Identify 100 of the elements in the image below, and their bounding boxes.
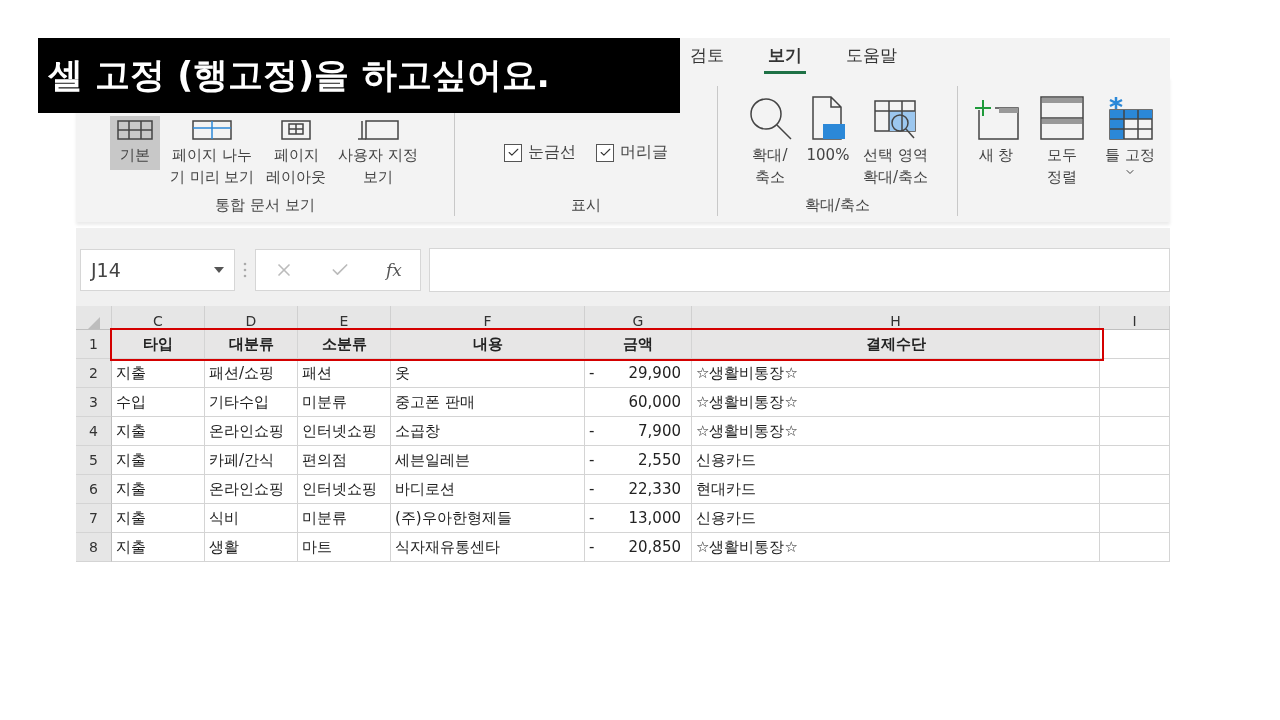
table-cell: 온라인쇼핑 xyxy=(205,417,298,446)
row-header[interactable]: 8 xyxy=(76,533,112,562)
group-label: 통합 문서 보기 xyxy=(215,196,315,216)
table-cell: 바디로션 xyxy=(391,475,585,504)
ribbon-tab[interactable]: 검토 xyxy=(686,38,728,74)
dropdown-icon xyxy=(214,267,224,273)
column-title: 대분류 xyxy=(205,330,298,359)
table-cell: 인터넷쇼핑 xyxy=(298,475,391,504)
table-cell: 지출 xyxy=(112,533,205,562)
column-header[interactable]: C xyxy=(112,306,205,330)
ribbon-button[interactable]: 페이지 레이아웃 xyxy=(264,116,329,192)
minus-sign: - xyxy=(589,538,595,556)
column-title: 내용 xyxy=(391,330,585,359)
column-header[interactable]: E xyxy=(298,306,391,330)
row-header[interactable]: 1 xyxy=(76,330,112,359)
table-cell xyxy=(1100,533,1170,562)
table-cell xyxy=(1100,359,1170,388)
column-title: 금액 xyxy=(585,330,692,359)
table-cell: 수입 xyxy=(112,388,205,417)
table-cell: 미분류 xyxy=(298,388,391,417)
table-cell: 마트 xyxy=(298,533,391,562)
check-icon xyxy=(598,146,612,159)
check-icon xyxy=(506,146,520,159)
minus-sign: - xyxy=(589,451,595,469)
custom-view-icon xyxy=(357,120,400,140)
table-cell: 패션/쇼핑 xyxy=(205,359,298,388)
magnifier-icon xyxy=(747,96,792,140)
table-cell: 지출 xyxy=(112,446,205,475)
table-cell: 옷 xyxy=(391,359,585,388)
grip-icon xyxy=(243,262,247,278)
table-cell: 중고폰 판매 xyxy=(391,388,585,417)
table-cell: 패션 xyxy=(298,359,391,388)
table-cell: 미분류 xyxy=(298,504,391,533)
name-box[interactable]: J14 xyxy=(80,249,235,291)
column-header[interactable]: H xyxy=(692,306,1100,330)
table-cell: 현대카드 xyxy=(692,475,1100,504)
minus-sign: - xyxy=(589,509,595,527)
row-header[interactable]: 4 xyxy=(76,417,112,446)
arrange-all-icon xyxy=(1040,96,1085,140)
column-title: 타입 xyxy=(112,330,205,359)
table-cell: 소곱창 xyxy=(391,417,585,446)
ribbon-button[interactable]: 모두 정렬 xyxy=(1037,96,1088,192)
table-cell: 식자재유통센타 xyxy=(391,533,585,562)
row-header[interactable]: 2 xyxy=(76,359,112,388)
ribbon-button[interactable]: 100% xyxy=(802,96,853,170)
ribbon-button[interactable]: 페이지 나누 기 미리 보기 xyxy=(167,116,257,192)
ribbon-button[interactable]: 새 창 xyxy=(971,96,1022,170)
table-cell: ☆생활비통장☆ xyxy=(692,388,1100,417)
row-header[interactable]: 5 xyxy=(76,446,112,475)
page-layout-icon xyxy=(281,120,312,140)
row-header[interactable]: 7 xyxy=(76,504,112,533)
row-header[interactable]: 6 xyxy=(76,475,112,504)
insert-function-button[interactable]: fx xyxy=(386,260,402,280)
ribbon-button[interactable]: 기본 xyxy=(109,116,160,170)
grid-icon xyxy=(116,120,153,140)
ribbon-button[interactable]: 사용자 지정 보기 xyxy=(336,116,421,192)
amount: 7,900 xyxy=(638,422,681,440)
minus-sign: - xyxy=(589,364,595,382)
group-label: 표시 xyxy=(571,196,601,216)
amount: 60,000 xyxy=(628,393,681,411)
amount: 22,330 xyxy=(628,480,681,498)
table-cell: 신용카드 xyxy=(692,504,1100,533)
slide-title: 셀 고정 (행고정)을 하고싶어요. xyxy=(38,38,680,113)
table-cell: 지출 xyxy=(112,504,205,533)
column-header[interactable]: I xyxy=(1100,306,1170,330)
column-header[interactable]: G xyxy=(585,306,692,330)
ribbon-button[interactable]: 틀 고정 xyxy=(1103,96,1157,182)
table-cell: 지출 xyxy=(112,475,205,504)
table-cell: 기타수입 xyxy=(205,388,298,417)
minus-sign: - xyxy=(589,480,595,498)
table-cell: ☆생활비통장☆ xyxy=(692,417,1100,446)
formula-field[interactable] xyxy=(429,248,1170,292)
table-cell xyxy=(1100,388,1170,417)
table-cell: 인터넷쇼핑 xyxy=(298,417,391,446)
new-window-icon xyxy=(973,98,1020,140)
ribbon-button[interactable]: 확대/ 축소 xyxy=(744,96,795,192)
column-header[interactable]: D xyxy=(205,306,298,330)
table-cell xyxy=(1100,504,1170,533)
checkbox-label: 눈금선 xyxy=(528,142,576,163)
amount: 29,900 xyxy=(628,364,681,382)
page-icon xyxy=(810,96,845,140)
checkbox-label: 머리글 xyxy=(620,142,668,163)
table-cell: (주)우아한형제들 xyxy=(391,504,585,533)
checkbox[interactable]: 눈금선 xyxy=(504,142,576,163)
table-cell: 온라인쇼핑 xyxy=(205,475,298,504)
column-header[interactable]: F xyxy=(391,306,585,330)
table-cell: 신용카드 xyxy=(692,446,1100,475)
column-title: 결제수단 xyxy=(692,330,1100,359)
table-cell: 지출 xyxy=(112,417,205,446)
table-cell: 카페/간식 xyxy=(205,446,298,475)
checkbox[interactable]: 머리글 xyxy=(596,142,668,163)
table-cell: 지출 xyxy=(112,359,205,388)
table-cell xyxy=(1100,417,1170,446)
column-title: 소분류 xyxy=(298,330,391,359)
table-cell: 세븐일레븐 xyxy=(391,446,585,475)
ribbon-tab[interactable]: 도움말 xyxy=(842,38,901,74)
table-cell: 식비 xyxy=(205,504,298,533)
row-header[interactable]: 3 xyxy=(76,388,112,417)
ribbon-button[interactable]: 선택 영역 확대/축소 xyxy=(860,96,931,192)
amount: 20,850 xyxy=(628,538,681,556)
